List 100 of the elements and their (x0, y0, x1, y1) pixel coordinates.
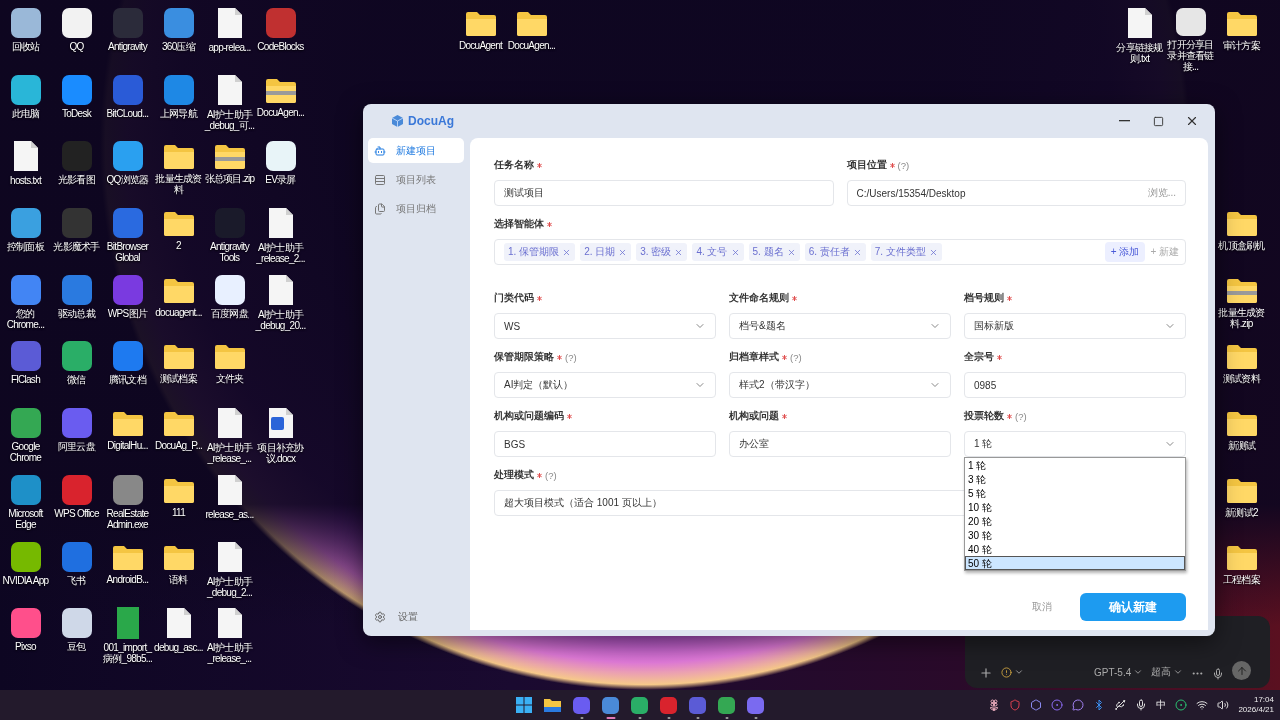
desktop-icon-label[interactable]: docuagent... (153, 306, 204, 318)
microphone-icon[interactable] (1212, 668, 1225, 680)
help-hint[interactable]: (?) (897, 159, 910, 171)
desktop-icon-label[interactable]: NVIDIA App (0, 574, 51, 586)
desktop-icon-label[interactable]: QQ浏览器 (102, 174, 153, 186)
desktop-icon-label[interactable]: FlClash (0, 374, 51, 386)
dropdown-option[interactable]: 30 轮 (965, 528, 1185, 542)
status-icon[interactable] (1175, 699, 1188, 711)
agent-tag[interactable]: 6. 责任者 (804, 243, 866, 261)
close-icon[interactable] (674, 247, 684, 257)
taskbar-clock[interactable]: 17:04 2026/4/21 (1238, 695, 1274, 715)
desktop-icon-label[interactable]: hosts.txt (0, 175, 51, 187)
desktop-icon-label[interactable]: 飞书 (51, 574, 102, 586)
effort-dropdown[interactable]: 超高 (1151, 664, 1184, 680)
flower-icon[interactable] (988, 699, 1001, 711)
desktop-icon-label[interactable]: 腾讯文档 (102, 374, 153, 386)
desktop-icon-label[interactable]: 语料 (153, 573, 204, 585)
desktop-icon-label[interactable]: ToDesk (51, 107, 102, 119)
sidebar-item[interactable]: 项目列表 (368, 167, 464, 192)
desktop-icon-label[interactable]: 批量生成资料 (153, 173, 204, 196)
dropdown-option[interactable]: 50 轮 (965, 556, 1185, 570)
desktop-icon-label[interactable]: BitBrowser Global (102, 241, 153, 264)
desktop-icon-label[interactable]: DocuAgen... (506, 40, 557, 51)
desktop-icon-label[interactable]: AI护士助手_debug_2... (204, 575, 255, 598)
desktop-icon-label[interactable]: 新测试 (1216, 440, 1267, 452)
close-icon[interactable] (730, 247, 740, 257)
chat-bubble-icon[interactable] (1072, 699, 1085, 711)
close-icon[interactable] (928, 247, 938, 257)
input-method-indicator[interactable]: 中 (1156, 698, 1167, 712)
desktop-icon-label[interactable]: 上网导航 (153, 107, 204, 119)
desktop-icon-label[interactable]: 分享链接规则.txt (1114, 42, 1165, 64)
desktop-icon-label[interactable]: 2 (153, 240, 204, 252)
desktop-icon-label[interactable]: 驱动总裁 (51, 307, 102, 319)
desktop-icon-label[interactable]: 111 (153, 506, 204, 518)
help-hint[interactable]: (?) (545, 469, 557, 481)
settings-item[interactable]: 设置 (368, 606, 464, 628)
agent-tag[interactable]: 4. 文号 (692, 243, 744, 261)
desktop-icon-label[interactable]: release_as... (204, 508, 255, 520)
desktop-icon-label[interactable]: EV录屏 (255, 174, 306, 186)
desktop-icon-label[interactable]: QQ (51, 41, 102, 52)
desktop-icon-label[interactable]: 工程档案 (1216, 573, 1267, 585)
desktop-icon-label[interactable]: AI护士助手_release_... (204, 442, 255, 465)
desktop-icon-label[interactable]: AndroidB... (102, 573, 153, 585)
select-field[interactable]: 样式2（带汉字） (729, 372, 951, 398)
add-button[interactable]: + 添加 (1104, 242, 1146, 262)
close-icon[interactable] (618, 247, 628, 257)
agent-tag-field[interactable]: 1. 保管期限 2. 日期 3. 密级 4. 文号 5. 题名 6. 责任者 7. 文件类型 + 添加 + 新建 (494, 239, 1186, 265)
desktop-icon-label[interactable]: 您的Chrome... (0, 307, 51, 330)
dropdown-option[interactable]: 5 轮 (965, 486, 1185, 500)
desktop-icon-label[interactable]: Antigravity (102, 41, 153, 52)
desktop-icon-label[interactable]: 豆包 (51, 641, 102, 653)
desktop-icon-label[interactable]: AI护士助手_debug_可... (204, 108, 255, 131)
desktop-icon-label[interactable]: 机顶盒刷机 (1216, 240, 1267, 252)
hexagon-icon[interactable] (1030, 699, 1043, 711)
model-dropdown[interactable]: GPT-5.4 (1094, 664, 1144, 680)
help-hint[interactable]: (?) (565, 351, 577, 363)
desktop-icon-label[interactable]: 文件夹 (204, 373, 255, 385)
desktop-icon-label[interactable]: 百度网盘 (204, 307, 255, 319)
dropdown-option[interactable]: 40 轮 (965, 542, 1185, 556)
help-hint[interactable]: (?) (790, 351, 802, 363)
close-icon[interactable] (562, 247, 572, 257)
desktop-icon-label[interactable]: Antigravity Tools (204, 241, 255, 264)
plus-icon[interactable] (979, 666, 993, 680)
desktop-icon-label[interactable]: 张总项目.zip (204, 173, 255, 185)
desktop-icon-label[interactable]: 光影魔术手 (51, 241, 102, 253)
desktop-icon-label[interactable]: 新测试2 (1216, 506, 1267, 518)
desktop-icon-label[interactable]: 控制面板 (0, 241, 51, 253)
help-hint[interactable]: (?) (1015, 410, 1027, 422)
desktop-icon-label[interactable]: CodeBlocks (255, 41, 306, 52)
desktop-icon-label[interactable]: WPS图片 (102, 307, 153, 319)
desktop-icon-label[interactable]: 测试资料 (1216, 373, 1267, 385)
select-field[interactable]: AI判定（默认） (494, 372, 716, 398)
usb-icon[interactable] (1114, 699, 1127, 711)
desktop-icon-label[interactable]: AI护士助手_release_2... (255, 242, 306, 265)
wifi-icon[interactable] (1196, 699, 1209, 711)
sidebar-item[interactable]: 新建项目 (368, 138, 464, 163)
desktop-icon-label[interactable]: DocuAgent (455, 40, 506, 51)
desktop-icon-label[interactable]: WPS Office (51, 507, 102, 519)
desktop-icon-label[interactable]: 微信 (51, 374, 102, 386)
dropdown-option[interactable]: 20 轮 (965, 514, 1185, 528)
alert-dropdown[interactable] (1001, 664, 1024, 680)
agent-tag[interactable]: 7. 文件类型 (870, 243, 942, 261)
circle-icon[interactable] (1051, 699, 1064, 711)
path-field[interactable]: C:/Users/15354/Desktop 浏览... (846, 180, 1186, 206)
shield-icon[interactable] (1009, 699, 1022, 711)
select-field[interactable]: WS (494, 313, 716, 339)
dropdown-option[interactable]: 3 轮 (965, 472, 1185, 486)
desktop-icon-label[interactable]: app-relea... (204, 42, 255, 53)
desktop-icon-label[interactable]: AI护士助手_release_... (204, 642, 255, 665)
desktop-icon-label[interactable]: Microsoft Edge (0, 507, 51, 530)
select-field[interactable]: 1 轮 (964, 431, 1186, 457)
desktop-icon-label[interactable]: 此电脑 (0, 107, 51, 119)
desktop-icon-label[interactable]: DigitalHu... (102, 440, 153, 452)
dropdown-option[interactable]: 10 轮 (965, 500, 1185, 514)
dropdown-option[interactable]: 1 轮 (965, 458, 1185, 472)
agent-tag[interactable]: 1. 保管期限 (504, 243, 576, 261)
desktop-icon-label[interactable]: DocuAgen... (255, 106, 306, 118)
agent-tag[interactable]: 3. 密级 (636, 243, 688, 261)
microphone-icon[interactable] (1135, 699, 1148, 711)
input-field[interactable]: 办公室 (729, 431, 951, 457)
